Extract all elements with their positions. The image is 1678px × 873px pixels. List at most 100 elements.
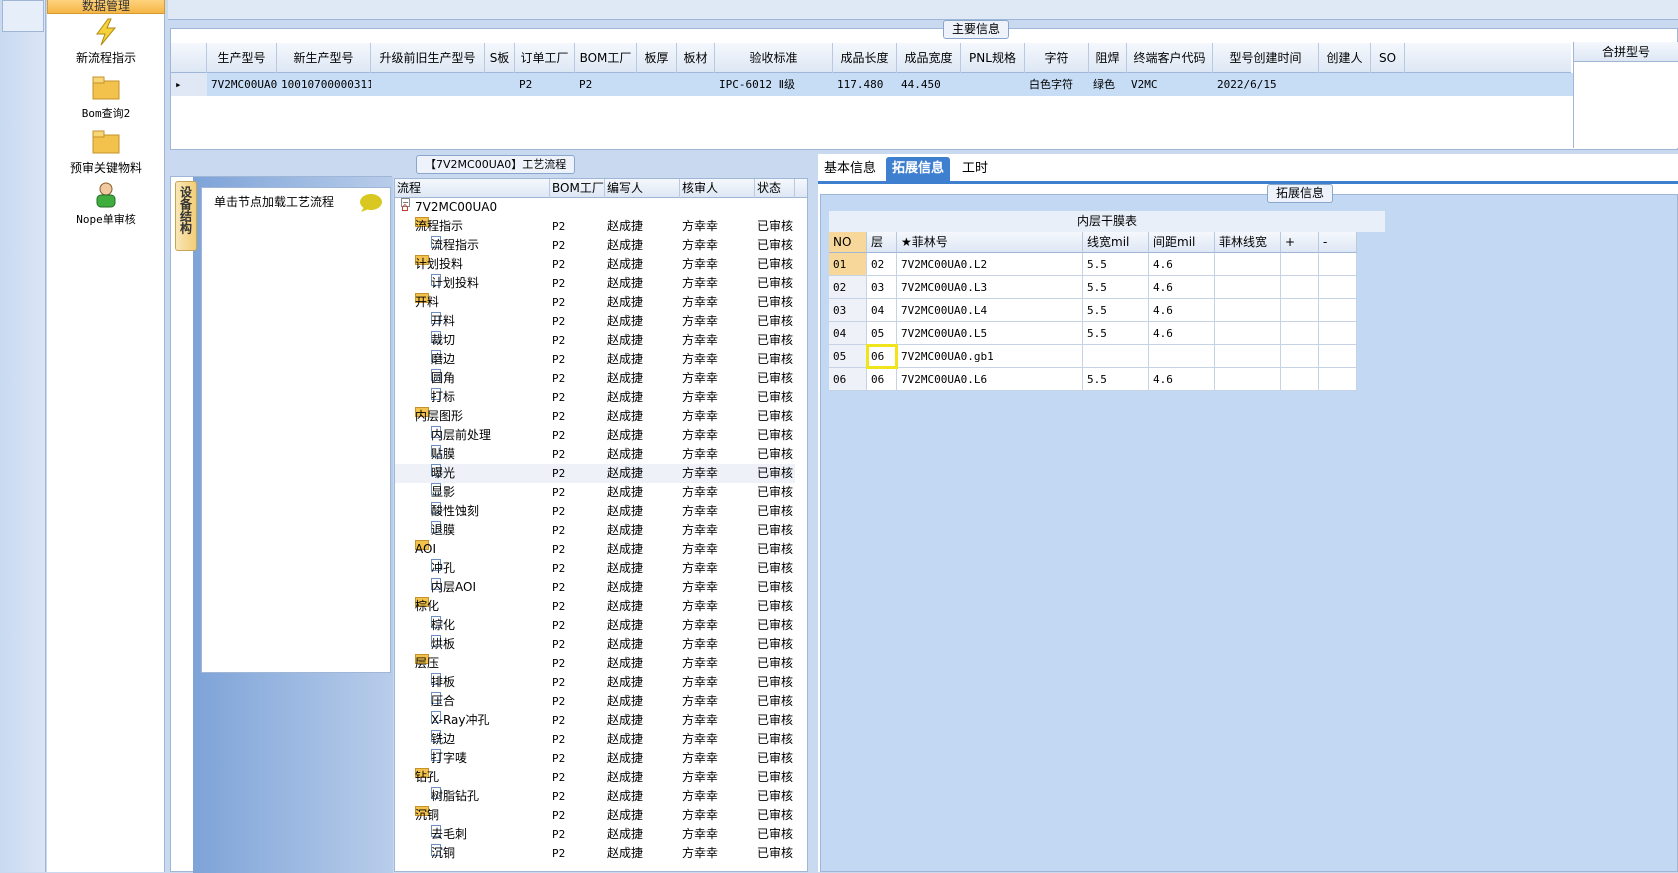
grid-cell[interactable] [1319, 276, 1357, 299]
cell[interactable]: 44.450 [897, 73, 961, 96]
grid-cell[interactable] [1319, 253, 1357, 276]
grid-cell[interactable]: 7V2MC00UA0.L3 [897, 276, 1083, 299]
tree-row[interactable]: −内层图形 P2 赵成捷 方幸幸 已审核 [395, 407, 795, 426]
col-header[interactable]: SO [1371, 43, 1405, 73]
cell[interactable] [371, 73, 485, 96]
tree-row[interactable]: 沉铜 P2 赵成捷 方幸幸 已审核 [395, 844, 795, 863]
grid-cell[interactable] [1319, 299, 1357, 322]
tree-node[interactable]: 流程指示 [431, 236, 479, 255]
col-header[interactable]: 订单工厂 [515, 43, 575, 73]
cell[interactable] [961, 73, 1025, 96]
tree-node[interactable]: 冲孔 [431, 559, 455, 578]
grid-cell[interactable]: 4.6 [1149, 253, 1215, 276]
tree-row[interactable]: 圆角 P2 赵成捷 方幸幸 已审核 [395, 369, 795, 388]
grid-cell[interactable]: 4.6 [1149, 276, 1215, 299]
col-header[interactable]: BOM工厂 [550, 179, 605, 198]
tree-row[interactable]: 酸性蚀刻 P2 赵成捷 方幸幸 已审核 [395, 502, 795, 521]
tree-row[interactable]: 流程指示 P2 赵成捷 方幸幸 已审核 [395, 236, 795, 255]
grid-cell[interactable]: 06 [867, 368, 897, 391]
col-header[interactable]: PNL规格 [961, 43, 1025, 73]
col-header[interactable]: 状态 [755, 179, 795, 198]
cell[interactable]: 绿色 [1089, 73, 1127, 96]
tree-row[interactable]: 退膜 P2 赵成捷 方幸幸 已审核 [395, 521, 795, 540]
tree-node[interactable]: −钻孔 [415, 768, 439, 787]
cell[interactable]: 白色字符 [1025, 73, 1089, 96]
tree-node[interactable]: 圆角 [431, 369, 455, 388]
col-header[interactable]: 板材 [677, 43, 715, 73]
tree-row[interactable]: 去毛刺 P2 赵成捷 方幸幸 已审核 [395, 825, 795, 844]
grid-cell[interactable]: 5.5 [1083, 322, 1149, 345]
grid-cell[interactable] [1281, 253, 1319, 276]
grid-cell[interactable]: 4.6 [1149, 368, 1215, 391]
tree-row[interactable]: 打字唛 P2 赵成捷 方幸幸 已审核 [395, 749, 795, 768]
tree-node[interactable]: −流程指示 [415, 217, 463, 236]
nav-header[interactable]: 数据管理 [47, 0, 165, 14]
grid-col-header[interactable]: NO [829, 232, 867, 253]
cell[interactable] [1319, 73, 1371, 96]
cell[interactable] [485, 73, 515, 96]
cell[interactable] [1371, 73, 1405, 96]
grid-cell[interactable] [1083, 345, 1149, 368]
col-header[interactable]: BOM工厂 [575, 43, 637, 73]
grid-col-header[interactable]: ★菲林号 [897, 232, 1083, 253]
tree-row[interactable]: −开料 P2 赵成捷 方幸幸 已审核 [395, 293, 795, 312]
col-header[interactable]: 终端客户代码 [1127, 43, 1213, 73]
tree-row[interactable]: 内层AOI P2 赵成捷 方幸幸 已审核 [395, 578, 795, 597]
side-tab-device-structure[interactable]: 设备结构 [175, 181, 197, 251]
grid-cell[interactable]: 4.6 [1149, 322, 1215, 345]
grid-cell[interactable] [1215, 368, 1281, 391]
grid-col-header[interactable]: 层 [867, 232, 897, 253]
tree-row[interactable]: 烘板 P2 赵成捷 方幸幸 已审核 [395, 635, 795, 654]
tree-node[interactable]: 去毛刺 [431, 825, 467, 844]
tree-node[interactable]: 裁切 [431, 331, 455, 350]
tree-node[interactable]: 铣边 [431, 730, 455, 749]
tree-row[interactable]: 显影 P2 赵成捷 方幸幸 已审核 [395, 483, 795, 502]
row-number-cell[interactable]: 02 [829, 276, 867, 299]
grid-cell[interactable] [1281, 299, 1319, 322]
cell[interactable]: V2MC [1127, 73, 1213, 96]
grid-cell[interactable]: 04 [867, 299, 897, 322]
grid-cell[interactable] [1215, 299, 1281, 322]
selected-layer-cell[interactable]: 06 [866, 344, 898, 369]
tree-row[interactable]: 裁切 P2 赵成捷 方幸幸 已审核 [395, 331, 795, 350]
grid-cell[interactable]: 7V2MC00UA0.L4 [897, 299, 1083, 322]
row-number-cell[interactable]: 01 [829, 253, 867, 276]
tree-row[interactable]: −沉铜 P2 赵成捷 方幸幸 已审核 [395, 806, 795, 825]
col-header[interactable]: 核审人 [680, 179, 755, 198]
col-header[interactable]: S板 [485, 43, 515, 73]
tree-node[interactable]: 酸性蚀刻 [431, 502, 479, 521]
cell[interactable]: 2022/6/15 [1213, 73, 1319, 96]
tree-node[interactable]: 贴膜 [431, 445, 455, 464]
tree-row[interactable]: 铣边 P2 赵成捷 方幸幸 已审核 [395, 730, 795, 749]
tree-row[interactable]: −钻孔 P2 赵成捷 方幸幸 已审核 [395, 768, 795, 787]
grid-cell[interactable] [1319, 368, 1357, 391]
tree-node[interactable]: −AOI [415, 540, 436, 559]
col-header[interactable]: 型号创建时间 [1213, 43, 1319, 73]
grid-cell[interactable] [1215, 322, 1281, 345]
grid-cell[interactable] [1281, 322, 1319, 345]
tab-work-hours[interactable]: 工时 [956, 157, 994, 181]
tree-node[interactable]: − ⌂ 7V2MC00UA0 [401, 198, 497, 217]
tree-row[interactable]: −AOI P2 赵成捷 方幸幸 已审核 [395, 540, 795, 559]
col-header[interactable]: 成品长度 [833, 43, 897, 73]
row-number-cell[interactable]: 04 [829, 322, 867, 345]
grid-cell[interactable]: 4.6 [1149, 299, 1215, 322]
tree-node[interactable]: 内层AOI [431, 578, 476, 597]
cell[interactable]: 10010700000311 [277, 73, 371, 96]
row-number-cell[interactable]: 03 [829, 299, 867, 322]
tab-basic-info[interactable]: 基本信息 [818, 157, 882, 181]
cell[interactable]: 117.480 [833, 73, 897, 96]
grid-cell[interactable]: 7V2MC00UA0.L6 [897, 368, 1083, 391]
tree-node[interactable]: X-Ray冲孔 [431, 711, 489, 730]
grid-cell[interactable] [1319, 345, 1357, 368]
grid-col-header[interactable]: 间距mil [1149, 232, 1215, 253]
grid-cell[interactable]: 5.5 [1083, 253, 1149, 276]
app-menu-icon[interactable] [2, 0, 44, 32]
grid-cell[interactable]: 05 [867, 322, 897, 345]
cell[interactable] [637, 73, 677, 96]
tree-node[interactable]: 计划投料 [431, 274, 479, 293]
col-header[interactable]: 创建人 [1319, 43, 1371, 73]
grid-col-header[interactable]: 菲林线宽 [1215, 232, 1281, 253]
tree-node[interactable]: 曝光 [431, 464, 455, 483]
tree-node[interactable]: 内层前处理 [431, 426, 491, 445]
